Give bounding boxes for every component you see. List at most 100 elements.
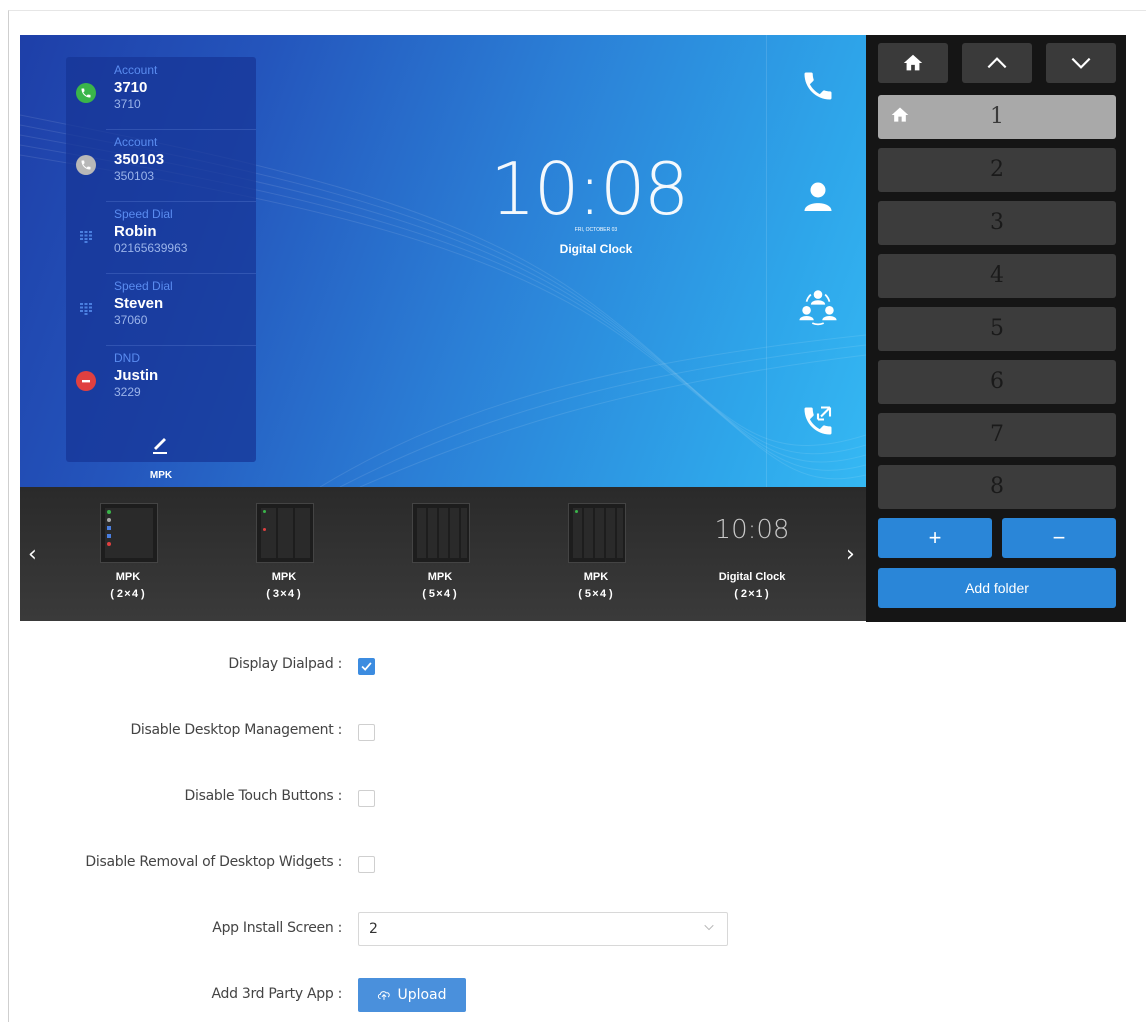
page-item-label: 7: [990, 422, 1004, 447]
page-item-8[interactable]: 8: [878, 465, 1116, 509]
disable-removal-widgets-checkbox[interactable]: [358, 856, 375, 873]
thumbnail-size: (3×4): [264, 589, 303, 601]
phone-green-icon: [76, 83, 96, 103]
chevron-left-icon[interactable]: ‹: [28, 542, 37, 567]
mpk-entry-account-2[interactable]: Account 350103 350103: [66, 129, 256, 201]
page-item-label: 1: [990, 104, 1004, 129]
thumbnail-title: Digital Clock: [718, 571, 786, 583]
page-item-label: 6: [990, 369, 1004, 394]
mpk-entry-dnd[interactable]: DND Justin 3229: [66, 345, 256, 417]
page-item-3[interactable]: 3: [878, 201, 1116, 245]
mpk-entry-speed-dial-2[interactable]: Speed Dial Steven 37060: [66, 273, 256, 345]
chevron-down-icon: [704, 924, 714, 931]
mpk-entry-name: Steven: [114, 295, 164, 312]
thumbnail-title: MPK: [271, 571, 297, 583]
home-icon: [891, 107, 909, 122]
thumbnail-size: (2×1): [732, 589, 771, 601]
add-folder-button[interactable]: Add folder: [878, 568, 1116, 608]
mpk-entry-number: 350103: [114, 169, 155, 183]
mpk-entry-type: Account: [114, 135, 158, 149]
home-icon: [903, 54, 923, 71]
mpk-entry-speed-dial-1[interactable]: Speed Dial Robin 02165639963: [66, 201, 256, 273]
conference-icon[interactable]: [797, 285, 839, 327]
call-transfer-icon[interactable]: [797, 400, 839, 442]
remove-page-button[interactable]: −: [1002, 518, 1116, 558]
app-install-screen-label: App Install Screen :: [212, 920, 342, 936]
upload-button-label: Upload: [397, 987, 447, 1003]
page-item-5[interactable]: 5: [878, 307, 1116, 351]
widget-thumbnail-bar: ‹ › MPK (2×4) MPK (3×4) MPK (5×4) MPK (5…: [20, 487, 866, 621]
mpk-widget[interactable]: Account 3710 3710 Account 350103 350103 …: [66, 57, 256, 462]
thumbnail-size: (5×4): [576, 589, 615, 601]
add-page-button[interactable]: +: [878, 518, 992, 558]
mpk-entry-account-1[interactable]: Account 3710 3710: [66, 57, 256, 129]
mpk-entry-type: Speed Dial: [114, 207, 173, 221]
chevron-right-icon[interactable]: ›: [846, 542, 855, 567]
mpk-widget-caption: MPK: [149, 470, 173, 481]
page-up-button[interactable]: [962, 43, 1032, 83]
page-item-4[interactable]: 4: [878, 254, 1116, 298]
cloud-upload-icon: [378, 991, 391, 1000]
app-install-screen-value: 2: [369, 921, 378, 937]
contact-icon[interactable]: [797, 175, 839, 217]
page-down-button[interactable]: [1046, 43, 1116, 83]
thumbnail-mpk-5x4-b[interactable]: MPK (5×4): [546, 503, 646, 613]
home-button[interactable]: [878, 43, 948, 83]
thumbnail-size: (2×4): [108, 589, 147, 601]
page-item-1[interactable]: 1: [878, 95, 1116, 139]
thumbnail-mpk-5x4-a[interactable]: MPK (5×4): [390, 503, 490, 613]
mpk-entry-number: 37060: [114, 313, 148, 327]
disable-removal-widgets-row: Disable Removal of Desktop Widgets :: [20, 844, 1120, 884]
disable-removal-widgets-label: Disable Removal of Desktop Widgets :: [85, 854, 342, 870]
dnd-icon: [76, 371, 96, 391]
page-folder-panel: 1 2 3 4 5 6 7 8 + − Add folder: [866, 35, 1126, 622]
mpk-entry-number: 3229: [114, 385, 141, 399]
thumbnail-digital-clock[interactable]: 10:08 Digital Clock (2×1): [702, 503, 802, 613]
thumbnail-clock-preview: 10:08: [714, 515, 790, 545]
mpk-entry-name: Robin: [114, 223, 157, 240]
disable-desktop-management-row: Disable Desktop Management :: [20, 712, 1120, 752]
thumbnail-title: MPK: [583, 571, 609, 583]
thumbnail-title: MPK: [115, 571, 141, 583]
mpk-entry-number: 3710: [114, 97, 141, 111]
checkmark-icon: [361, 662, 372, 671]
thumbnail-mpk-2x4[interactable]: MPK (2×4): [78, 503, 178, 613]
dialpad-icon: [76, 299, 96, 319]
page-item-label: 8: [990, 474, 1004, 499]
mpk-entry-name: 3710: [114, 79, 148, 96]
upload-button[interactable]: Upload: [358, 978, 466, 1012]
display-dialpad-checkbox[interactable]: [358, 658, 375, 675]
mpk-entry-type: Account: [114, 63, 158, 77]
page-item-label: 5: [990, 316, 1004, 341]
disable-touch-buttons-row: Disable Touch Buttons :: [20, 778, 1120, 818]
thumbnail-mpk-3x4[interactable]: MPK (3×4): [234, 503, 334, 613]
page-item-label: 3: [990, 210, 1004, 235]
page-item-label: 4: [990, 263, 1004, 288]
edit-pencil-icon[interactable]: [150, 433, 170, 455]
display-dialpad-label: Display Dialpad :: [228, 656, 342, 672]
disable-desktop-management-checkbox[interactable]: [358, 724, 375, 741]
page-item-6[interactable]: 6: [878, 360, 1116, 404]
dialpad-icon: [76, 227, 96, 247]
display-dialpad-row: Display Dialpad :: [20, 646, 1120, 686]
disable-touch-buttons-label: Disable Touch Buttons :: [184, 788, 343, 804]
disable-touch-buttons-checkbox[interactable]: [358, 790, 375, 807]
phone-gray-icon: [76, 155, 96, 175]
mpk-entry-name: Justin: [114, 367, 159, 384]
digital-clock-date: FRI, OCTOBER 03: [574, 227, 618, 233]
app-install-screen-select[interactable]: 2: [358, 912, 728, 946]
add-3rd-party-app-label: Add 3rd Party App :: [211, 986, 343, 1002]
app-install-screen-row: App Install Screen : 2: [20, 910, 1120, 950]
page-item-7[interactable]: 7: [878, 413, 1116, 457]
disable-desktop-management-label: Disable Desktop Management :: [130, 722, 342, 738]
thumbnail-size: (5×4): [420, 589, 459, 601]
phone-icon[interactable]: [797, 65, 839, 107]
page-item-label: 2: [990, 157, 1004, 182]
page-item-2[interactable]: 2: [878, 148, 1116, 192]
thumbnail-preview-image: [100, 503, 158, 563]
thumbnail-preview-image: [412, 503, 470, 563]
quick-action-strip: [766, 35, 866, 487]
desktop-preview: Account 3710 3710 Account 350103 350103 …: [20, 35, 866, 487]
mpk-entry-type: DND: [114, 351, 140, 365]
mpk-entry-type: Speed Dial: [114, 279, 173, 293]
